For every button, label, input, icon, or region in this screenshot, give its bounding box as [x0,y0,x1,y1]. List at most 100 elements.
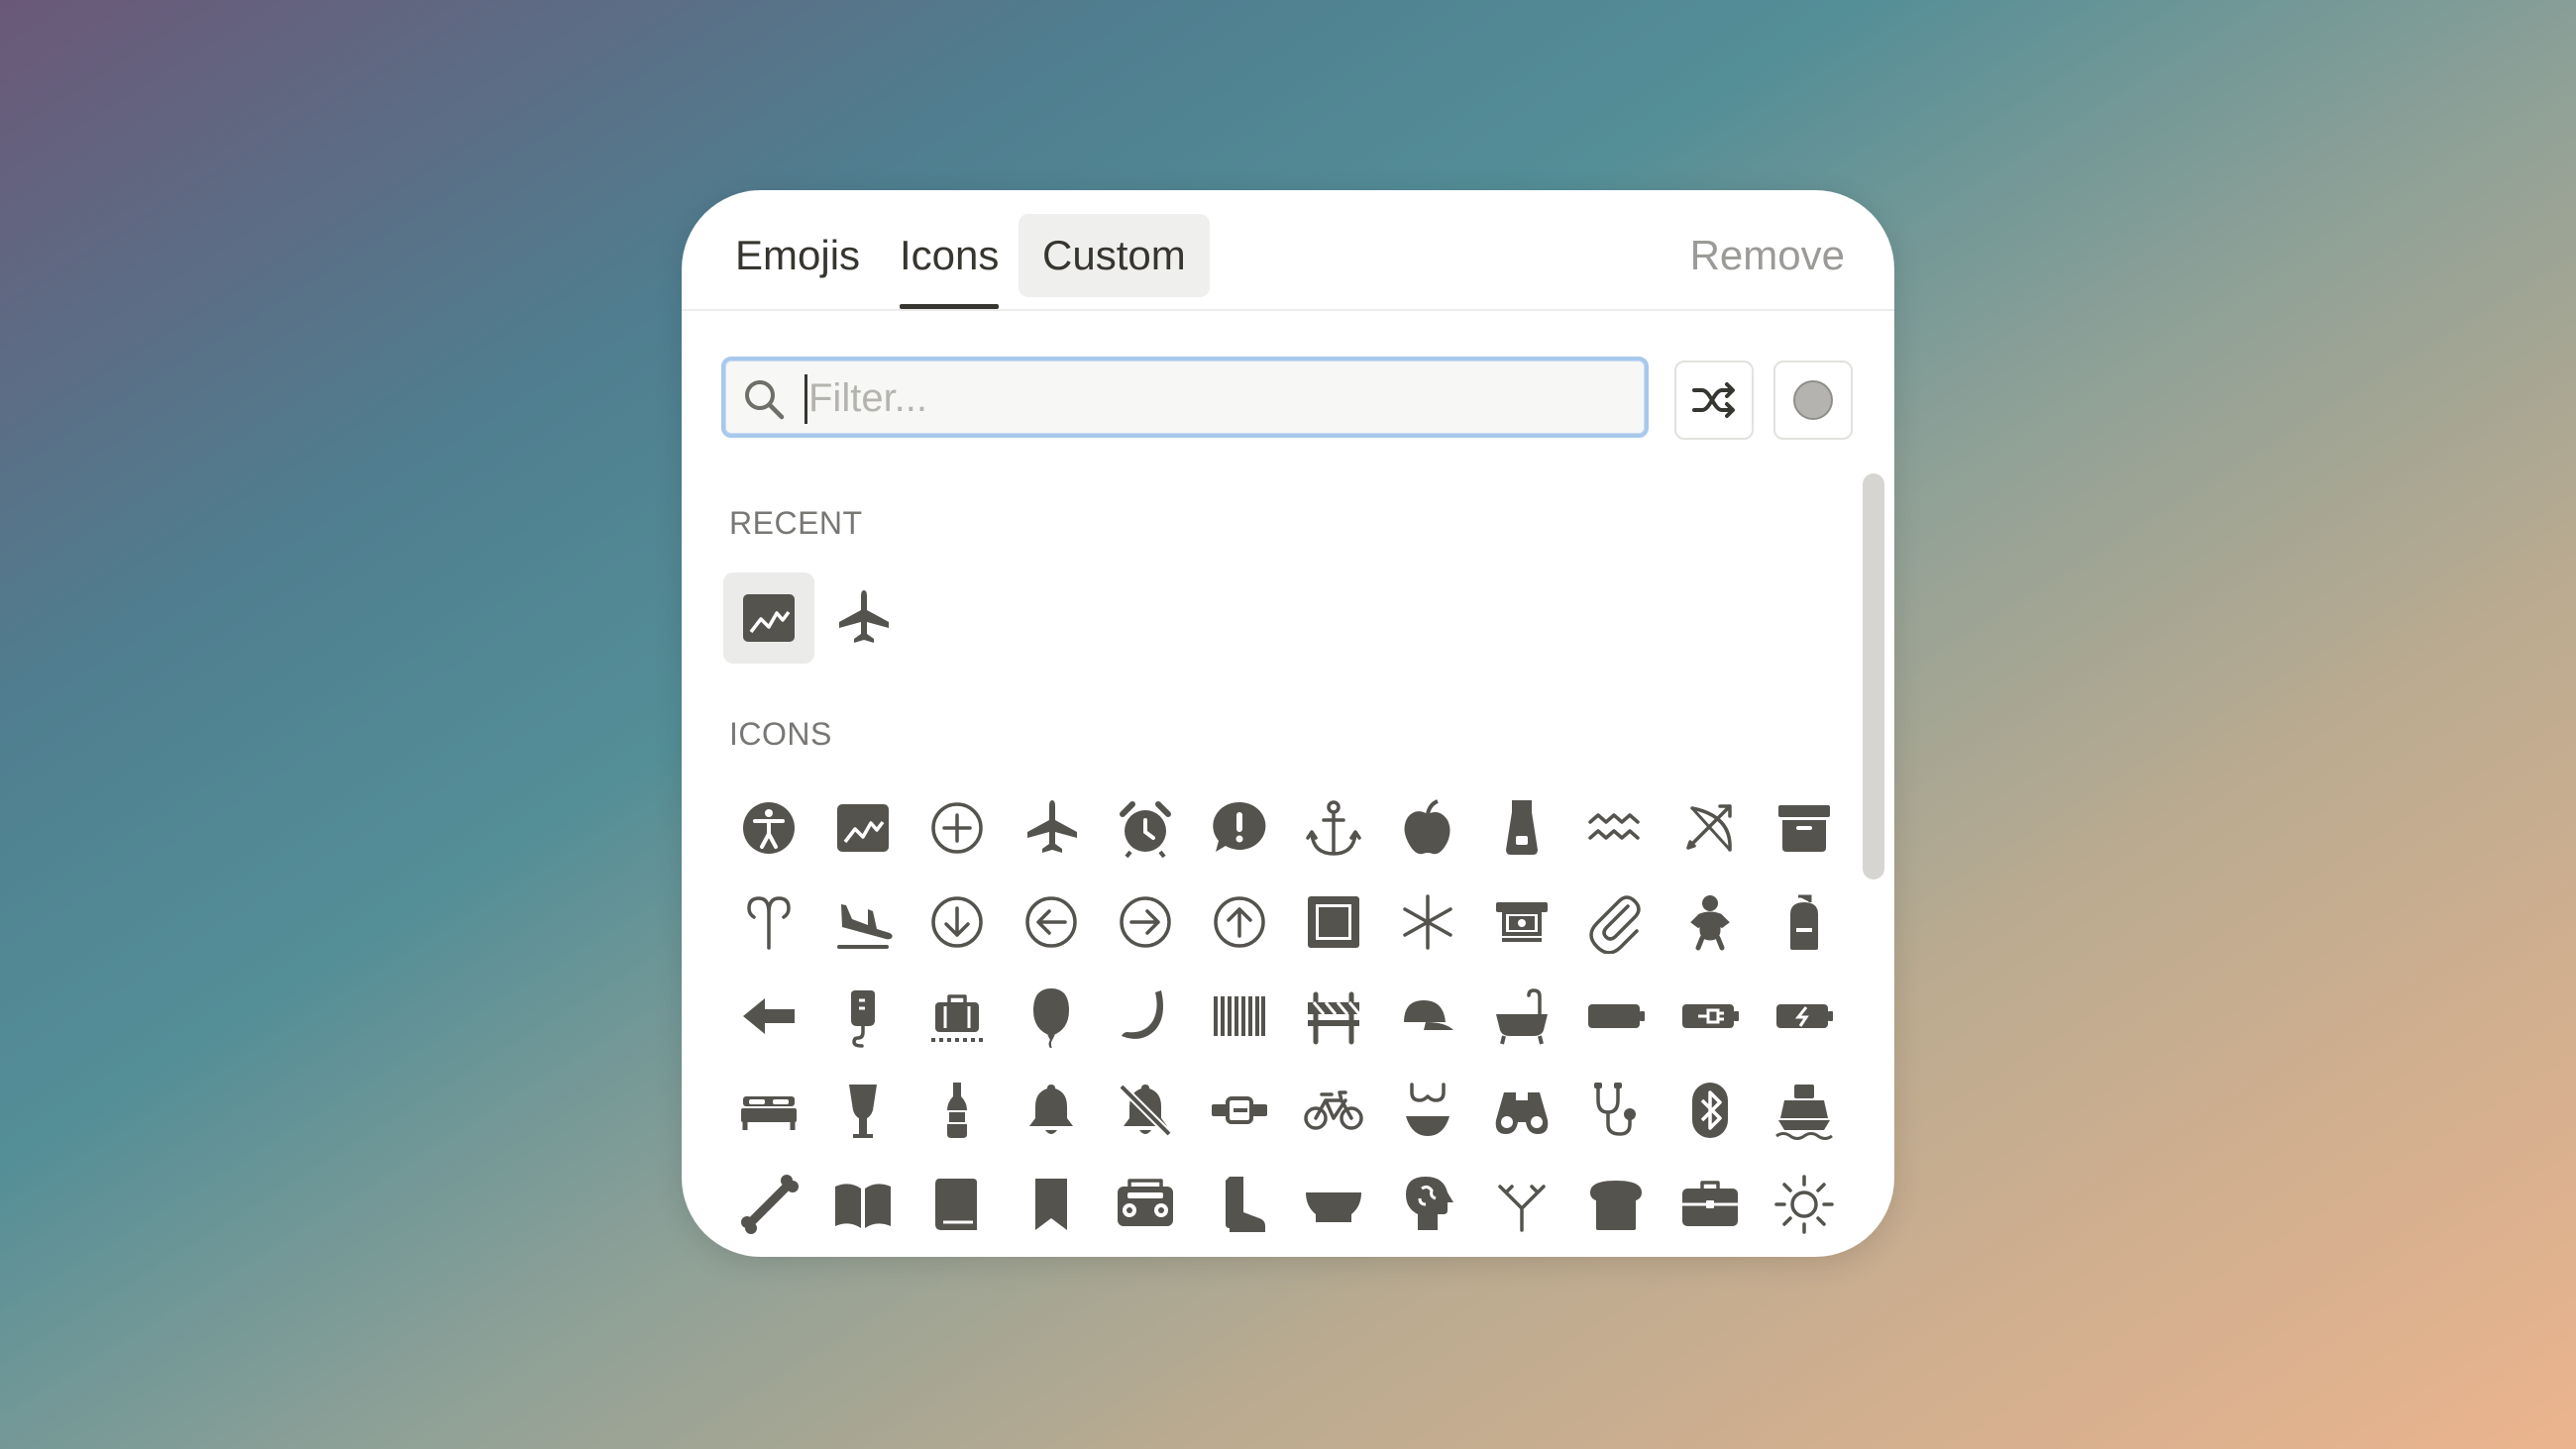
icon-grid-button[interactable] [1100,782,1191,874]
icon-grid-button[interactable] [1100,1159,1191,1250]
icon-grid-button[interactable] [1194,1065,1285,1156]
atm-icon [1496,902,1548,942]
arrow-up-circle-icon [1214,896,1265,948]
boombox-icon [1118,1179,1173,1226]
filter-input[interactable] [808,368,1621,428]
balloon-icon [1033,988,1069,1048]
backpack-icon [1790,894,1818,950]
icon-grid-button[interactable] [1664,1065,1756,1156]
battery-icon [1588,1004,1645,1028]
icon-grid-button[interactable] [817,782,909,874]
icon-grid-button[interactable] [1570,1159,1662,1250]
icon-grid-button[interactable] [1100,1065,1191,1156]
color-picker-button[interactable] [1773,361,1853,440]
chart-line-icon [743,594,795,642]
icon-grid-button[interactable] [1382,1065,1473,1156]
color-dot-icon [1793,380,1833,420]
beer-icon [849,1085,877,1138]
icon-grid-button[interactable] [1288,1065,1379,1156]
icon-grid-button[interactable] [723,877,814,968]
baby-icon [1690,895,1730,951]
icon-grid-button[interactable] [1006,782,1097,874]
chart-line-icon [837,804,889,852]
icon-grid-button[interactable] [1288,877,1379,968]
icon-grid-button[interactable] [1759,1159,1850,1250]
branch-icon [1498,1185,1546,1232]
icon-grid-button[interactable] [723,782,814,874]
tab-icons[interactable]: Icons [900,214,1000,309]
artboard-icon [1308,896,1359,948]
icon-grid-button[interactable] [1382,971,1473,1062]
bathtub-icon [1496,988,1548,1045]
icon-grid-button[interactable] [1194,877,1285,968]
arrow-right-circle-icon [1120,896,1171,948]
icon-grid-button[interactable] [1476,971,1567,1062]
baggage-claim-icon [931,994,983,1042]
search-box[interactable] [721,357,1649,438]
icon-grid-button[interactable] [1476,1065,1567,1156]
belt-icon [1212,1096,1267,1124]
icon-grid-button[interactable] [1759,971,1850,1062]
icon-grid-button[interactable] [723,1065,814,1156]
tab-emojis[interactable]: Emojis [735,214,860,297]
icon-grid-button[interactable] [1100,971,1191,1062]
icon-grid-button[interactable] [1006,1065,1097,1156]
arrow-left-icon [743,998,795,1034]
icon-grid-button[interactable] [912,971,1003,1062]
text-caret [805,374,807,424]
icon-grid-button[interactable] [1382,877,1473,968]
apron-icon [1506,800,1538,855]
arrow-down-circle-icon [931,896,983,948]
barrier-icon [1308,991,1361,1045]
icon-grid-button[interactable] [1570,782,1662,874]
biohazard-stethoscope-icon [1594,1083,1636,1136]
icon-grid-button[interactable] [1194,782,1285,874]
icon-grid-button[interactable] [1382,782,1473,874]
icon-grid-button[interactable] [1664,1159,1756,1250]
icon-grid-button[interactable] [817,877,909,968]
recent-icon-button[interactable] [723,572,814,664]
icon-grid-button[interactable] [1288,971,1379,1062]
icon-grid-button[interactable] [912,1159,1003,1250]
shuffle-button[interactable] [1674,361,1754,440]
icon-grid-button[interactable] [912,782,1003,874]
icon-grid-button[interactable] [1006,877,1097,968]
icon-grid-button[interactable] [1194,1159,1285,1250]
icon-grid-button[interactable] [1006,971,1097,1062]
boat-icon [1775,1085,1833,1140]
icon-grid-button[interactable] [1194,971,1285,1062]
icon-grid-button[interactable] [1288,1159,1379,1250]
icon-grid-button[interactable] [1664,782,1756,874]
recent-icon-button[interactable] [817,572,909,664]
tab-custom[interactable]: Custom [1019,214,1210,297]
brain-head-icon [1406,1177,1453,1230]
bluetooth-icon [1692,1083,1728,1138]
icon-grid-button[interactable] [1476,782,1567,874]
icon-grid-button[interactable] [817,1159,909,1250]
binoculars-icon [1495,1092,1549,1134]
icon-grid-button[interactable] [1570,971,1662,1062]
icon-grid-button[interactable] [1664,877,1756,968]
icon-grid-button[interactable] [1759,877,1850,968]
icon-grid-button[interactable] [1006,1159,1097,1250]
icon-grid-button[interactable] [1288,782,1379,874]
remove-button[interactable]: Remove [1690,214,1845,297]
icon-grid-button[interactable] [817,1065,909,1156]
icon-grid-button[interactable] [1476,1159,1567,1250]
scrollbar-thumb[interactable] [1863,473,1884,880]
attachment-icon [1589,895,1641,954]
icon-grid-button[interactable] [1382,1159,1473,1250]
alert-bubble-icon [1213,801,1266,852]
icon-grid-button[interactable] [723,1159,814,1250]
icon-grid-button[interactable] [1664,971,1756,1062]
icon-grid-button[interactable] [1570,1065,1662,1156]
icon-grid-button[interactable] [817,971,909,1062]
icon-grid-button[interactable] [723,971,814,1062]
icon-grid-button[interactable] [912,1065,1003,1156]
icon-grid-button[interactable] [1759,782,1850,874]
icon-grid-button[interactable] [1759,1065,1850,1156]
icon-grid-button[interactable] [1476,877,1567,968]
icon-grid-button[interactable] [912,877,1003,968]
icon-grid-button[interactable] [1570,877,1662,968]
icon-grid-button[interactable] [1100,877,1191,968]
